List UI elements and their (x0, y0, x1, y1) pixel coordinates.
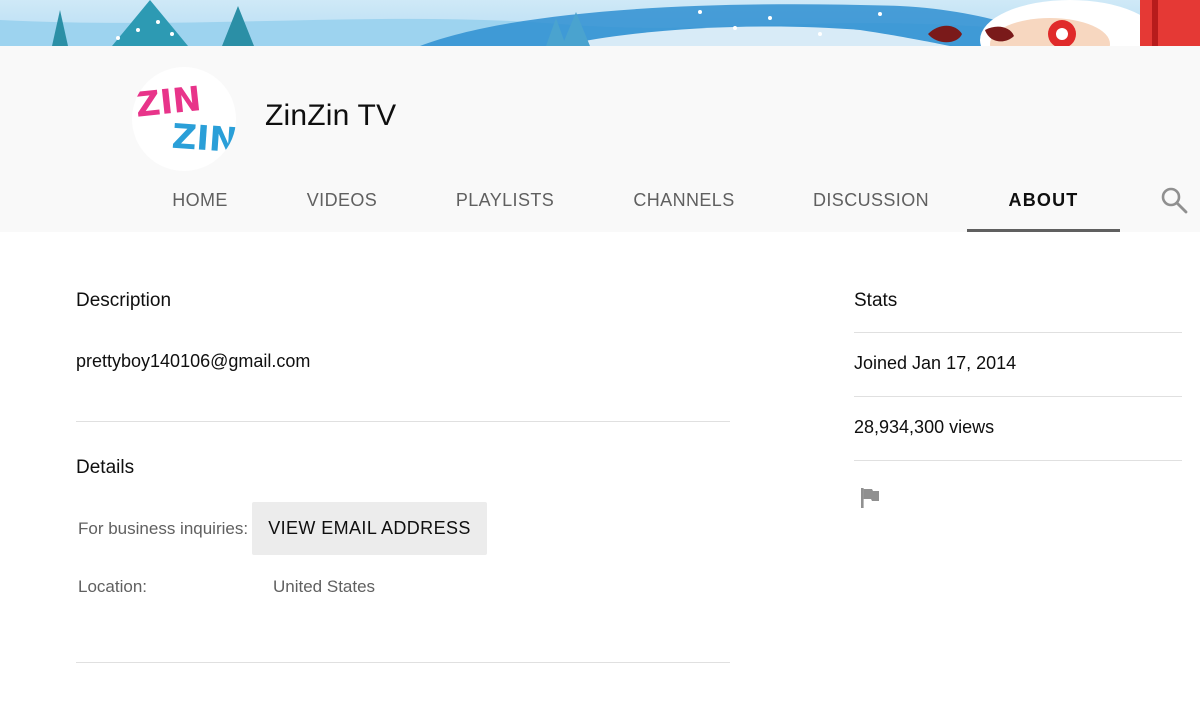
channel-banner (0, 0, 1200, 46)
tab-discussion[interactable]: DISCUSSION (804, 168, 938, 232)
description-title: Description (76, 290, 172, 311)
details-title: Details (76, 457, 135, 478)
tab-videos[interactable]: VIDEOS (296, 168, 388, 232)
location-label: Location: (78, 577, 147, 596)
search-icon[interactable] (1160, 186, 1188, 214)
banner-art (0, 0, 1200, 46)
tab-about[interactable]: ABOUT (967, 168, 1120, 232)
flag-icon[interactable] (858, 486, 882, 510)
channel-avatar[interactable]: ZIN ZIN (132, 67, 236, 171)
zinzin-logo-icon: ZIN ZIN (134, 79, 236, 161)
logo-line-2: ZIN (171, 117, 236, 161)
business-inquiries-label: For business inquiries: (78, 519, 249, 538)
location-value: United States (273, 577, 376, 596)
divider (76, 662, 730, 663)
divider (854, 396, 1182, 397)
divider (76, 421, 730, 422)
description-text: prettyboy140106@gmail.com (76, 351, 311, 371)
view-email-button[interactable]: VIEW EMAIL ADDRESS (252, 502, 487, 555)
divider (854, 332, 1182, 333)
channel-tabs: HOME VIDEOS PLAYLISTS CHANNELS DISCUSSIO… (0, 168, 1200, 232)
tab-home[interactable]: HOME (160, 168, 240, 232)
channel-name: ZinZin TV (265, 99, 397, 132)
view-count: 28,934,300 views (854, 417, 995, 437)
divider (854, 460, 1182, 461)
joined-date: Joined Jan 17, 2014 (854, 353, 1017, 373)
channel-header: ZIN ZIN ZinZin TV HOME VIDEOS PLAYLISTS … (0, 46, 1200, 232)
tab-playlists[interactable]: PLAYLISTS (444, 168, 566, 232)
stats-title: Stats (854, 290, 898, 311)
tab-channels[interactable]: CHANNELS (620, 168, 748, 232)
